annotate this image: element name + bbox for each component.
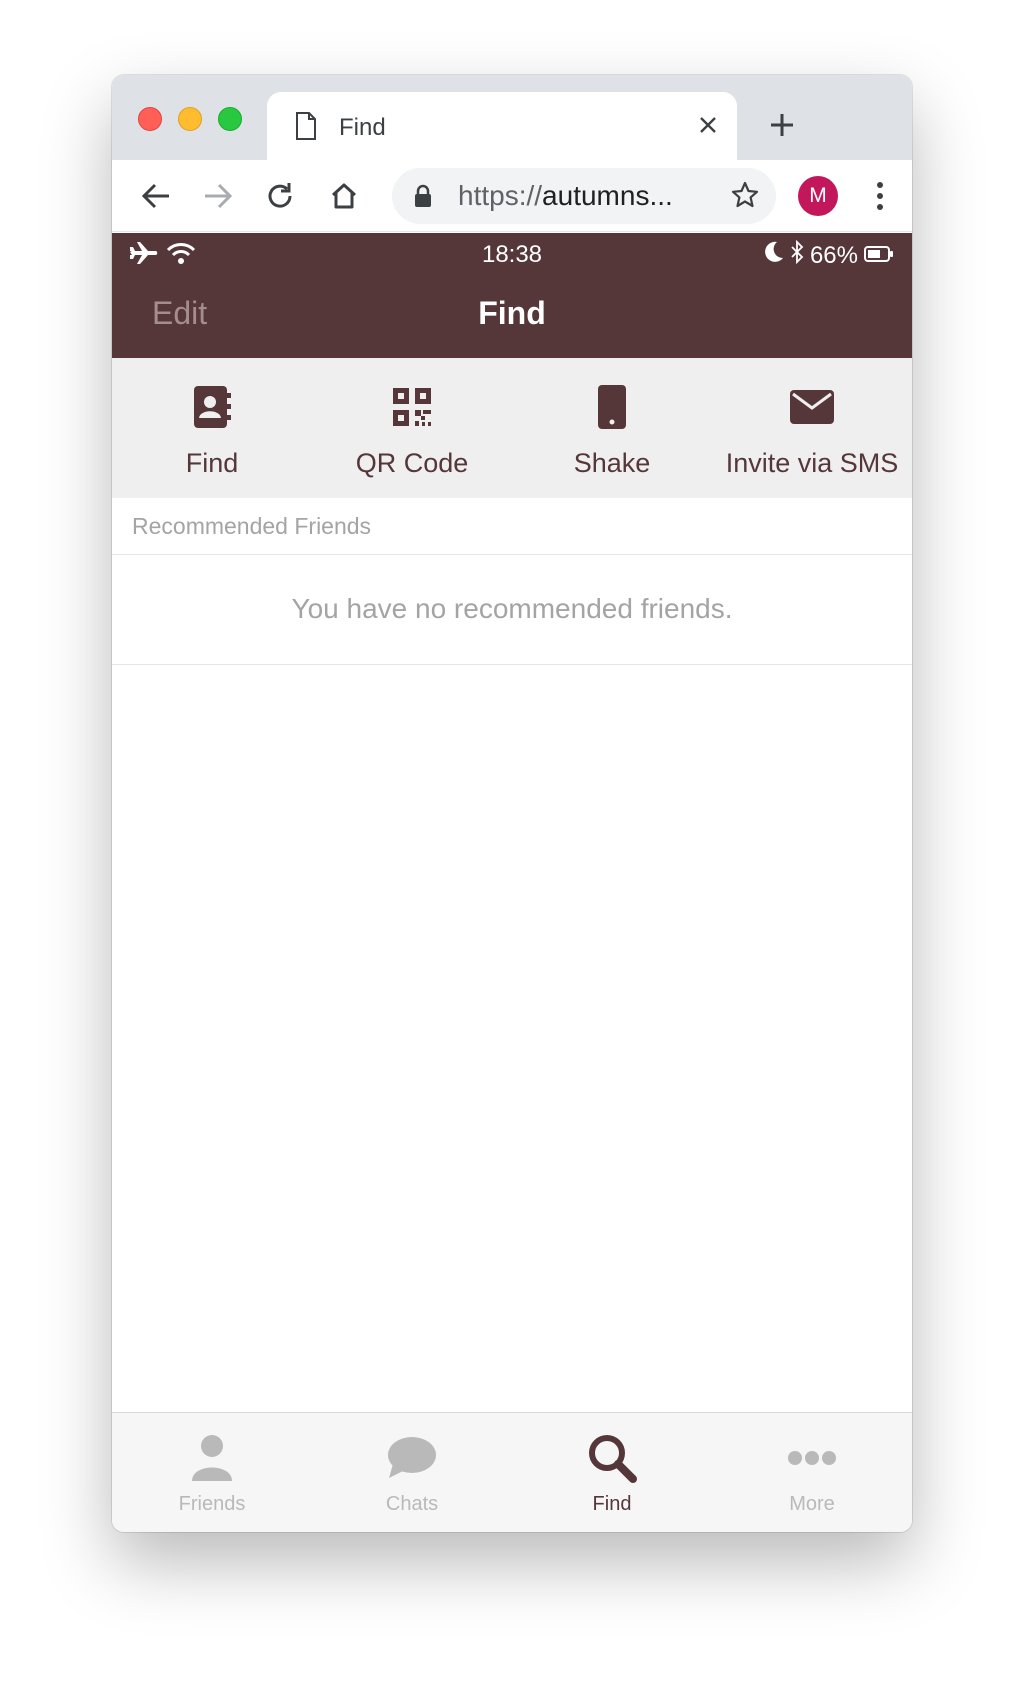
close-window-button[interactable]: [138, 107, 162, 131]
home-icon: [331, 183, 357, 209]
shake-label: Shake: [573, 448, 651, 478]
tab-more[interactable]: More: [712, 1413, 912, 1532]
back-button[interactable]: [136, 176, 176, 216]
app-viewport: 18:38 66% Edit Find Find QR Code Shake I…: [112, 233, 912, 1532]
browser-tab[interactable]: Find: [267, 92, 737, 160]
qr-code-label: QR Code: [355, 448, 469, 478]
person-icon: [190, 1431, 234, 1485]
lock-icon: [414, 184, 432, 213]
page-title: Find: [478, 295, 546, 331]
envelope-icon: [789, 384, 835, 430]
navigation-bar: Edit Find: [112, 275, 912, 358]
recommended-friends-header: Recommended Friends: [112, 498, 912, 555]
maximize-window-button[interactable]: [218, 107, 242, 131]
browser-toolbar: https://autumns... M: [112, 160, 912, 232]
close-icon[interactable]: [693, 110, 723, 140]
arrow-right-icon: [205, 183, 233, 209]
qr-code-action[interactable]: QR Code: [312, 358, 512, 498]
tab-find[interactable]: Find: [512, 1413, 712, 1532]
tab-chats[interactable]: Chats: [312, 1413, 512, 1532]
minimize-window-button[interactable]: [178, 107, 202, 131]
document-icon: [295, 112, 317, 145]
invite-sms-action[interactable]: Invite via SMS: [712, 358, 912, 498]
invite-sms-label: Invite via SMS: [725, 448, 899, 478]
reload-button[interactable]: [260, 176, 300, 216]
search-icon: [587, 1431, 637, 1485]
qr-code-icon: [392, 384, 432, 430]
moon-icon: [762, 240, 784, 271]
forward-button[interactable]: [198, 176, 238, 216]
home-button[interactable]: [324, 176, 364, 216]
battery-percent: 66%: [809, 241, 858, 269]
address-bar[interactable]: https://autumns...: [392, 168, 776, 224]
empty-state-message: You have no recommended friends.: [112, 555, 912, 665]
plus-icon: [771, 114, 793, 136]
profile-avatar[interactable]: M: [798, 176, 838, 216]
more-menu-icon[interactable]: [868, 176, 892, 216]
quick-actions: Find QR Code Shake Invite via SMS: [112, 358, 912, 498]
browser-window: Find https://autumns... M 18:38 66% Edit…: [112, 75, 912, 1532]
tab-more-label: More: [789, 1493, 835, 1515]
tab-chats-label: Chats: [385, 1493, 439, 1515]
bluetooth-icon: [790, 239, 804, 271]
tab-title: Find: [339, 114, 386, 141]
battery-icon: [864, 242, 894, 270]
tab-strip: Find: [112, 75, 912, 160]
more-dots-icon: [787, 1431, 837, 1485]
contacts-book-icon: [192, 384, 232, 430]
tab-find-label: Find: [592, 1493, 632, 1515]
url-text: https://autumns...: [458, 180, 673, 211]
find-contacts-action[interactable]: Find: [112, 358, 312, 498]
status-bar: 18:38 66%: [112, 233, 912, 275]
arrow-left-icon: [141, 183, 169, 209]
reload-icon: [268, 183, 292, 208]
tab-friends[interactable]: Friends: [112, 1413, 312, 1532]
shake-action[interactable]: Shake: [512, 358, 712, 498]
new-tab-button[interactable]: [764, 107, 800, 143]
phone-icon: [597, 384, 627, 430]
tab-friends-label: Friends: [178, 1493, 246, 1515]
bottom-tab-bar: Friends Chats Find More: [112, 1412, 912, 1532]
bookmark-star-icon[interactable]: [730, 180, 760, 215]
find-label: Find: [185, 448, 239, 478]
chat-bubble-icon: [387, 1431, 437, 1485]
